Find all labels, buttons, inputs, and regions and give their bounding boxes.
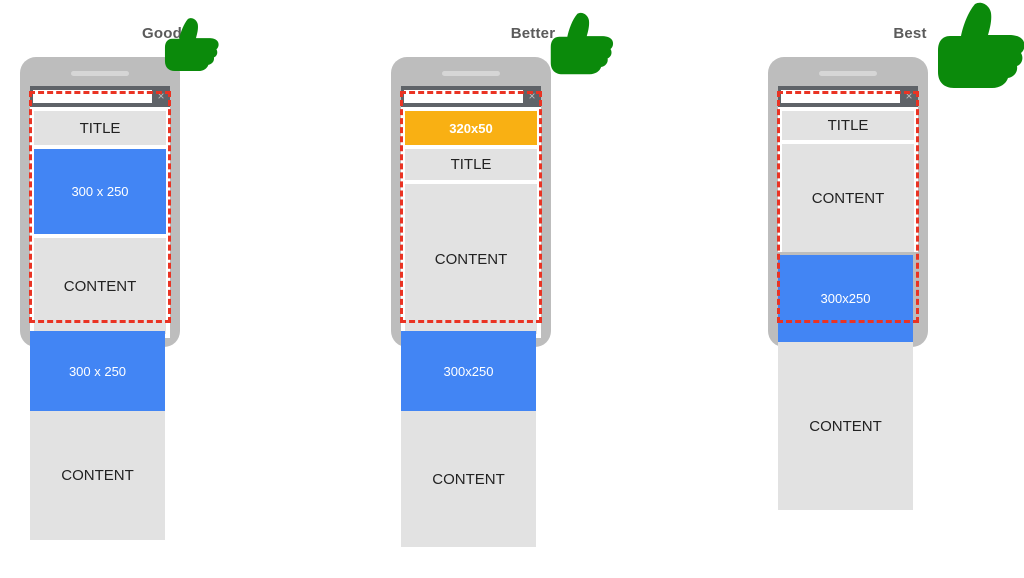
column-good: Good × TITLE 300 x 250 CONTENT 300 x 250…: [0, 0, 332, 578]
phone-screen-better: × 320x50 TITLE CONTENT: [401, 86, 541, 338]
ad-slot-320x50[interactable]: 320x50: [405, 111, 537, 145]
phone-speaker-icon: [819, 71, 877, 76]
phone-screen-best: × TITLE CONTENT: [778, 86, 918, 252]
column-best: Best × TITLE CONTENT 300x250 CONTENT: [740, 0, 1024, 578]
page-viewport-best: TITLE CONTENT: [778, 107, 918, 252]
diagram-canvas: Good × TITLE 300 x 250 CONTENT 300 x 250…: [0, 0, 1024, 578]
content-block: CONTENT: [30, 411, 165, 540]
ad-slot-300x250[interactable]: 300x250: [778, 255, 913, 342]
close-icon[interactable]: ×: [903, 90, 915, 103]
below-fold-stack-best: 300x250 CONTENT: [778, 255, 913, 510]
browser-chrome-bar-better: ×: [401, 86, 541, 107]
phone-speaker-icon: [442, 71, 500, 76]
url-input-best[interactable]: [781, 90, 900, 103]
title-block: TITLE: [782, 111, 914, 140]
phone-speaker-icon: [71, 71, 129, 76]
content-block: CONTENT: [782, 144, 914, 252]
ad-slot-300x250[interactable]: 300 x 250: [30, 331, 165, 411]
close-icon[interactable]: ×: [155, 90, 167, 103]
column-better: Better × 320x50 TITLE CONTENT 300x250 CO…: [363, 0, 703, 578]
below-fold-stack-good: 300 x 250 CONTENT: [30, 331, 165, 540]
thumbs-up-icon: [164, 18, 219, 72]
close-icon[interactable]: ×: [526, 90, 538, 103]
phone-screen-good: × TITLE 300 x 250 CONTENT: [30, 86, 170, 338]
browser-chrome-bar-best: ×: [778, 86, 918, 107]
ad-slot-300x250[interactable]: 300 x 250: [34, 149, 166, 234]
content-block: CONTENT: [405, 184, 537, 334]
phone-frame-better: × 320x50 TITLE CONTENT: [391, 57, 551, 347]
content-block: CONTENT: [778, 342, 913, 510]
phone-frame-good: × TITLE 300 x 250 CONTENT: [20, 57, 180, 347]
thumbs-up-icon: [550, 12, 614, 75]
thumbs-up-icon: [938, 2, 1024, 88]
ad-slot-300x250[interactable]: 300x250: [401, 331, 536, 411]
title-block: TITLE: [34, 111, 166, 145]
content-block: CONTENT: [401, 411, 536, 547]
page-viewport-good: TITLE 300 x 250 CONTENT: [30, 107, 170, 338]
page-viewport-better: 320x50 TITLE CONTENT: [401, 107, 541, 338]
url-input-good[interactable]: [33, 90, 152, 103]
content-block: CONTENT: [34, 238, 166, 334]
url-input-better[interactable]: [404, 90, 523, 103]
below-fold-stack-better: 300x250 CONTENT: [401, 331, 536, 547]
browser-chrome-bar-good: ×: [30, 86, 170, 107]
column-heading-better: Better: [510, 25, 556, 42]
title-block: TITLE: [405, 149, 537, 180]
